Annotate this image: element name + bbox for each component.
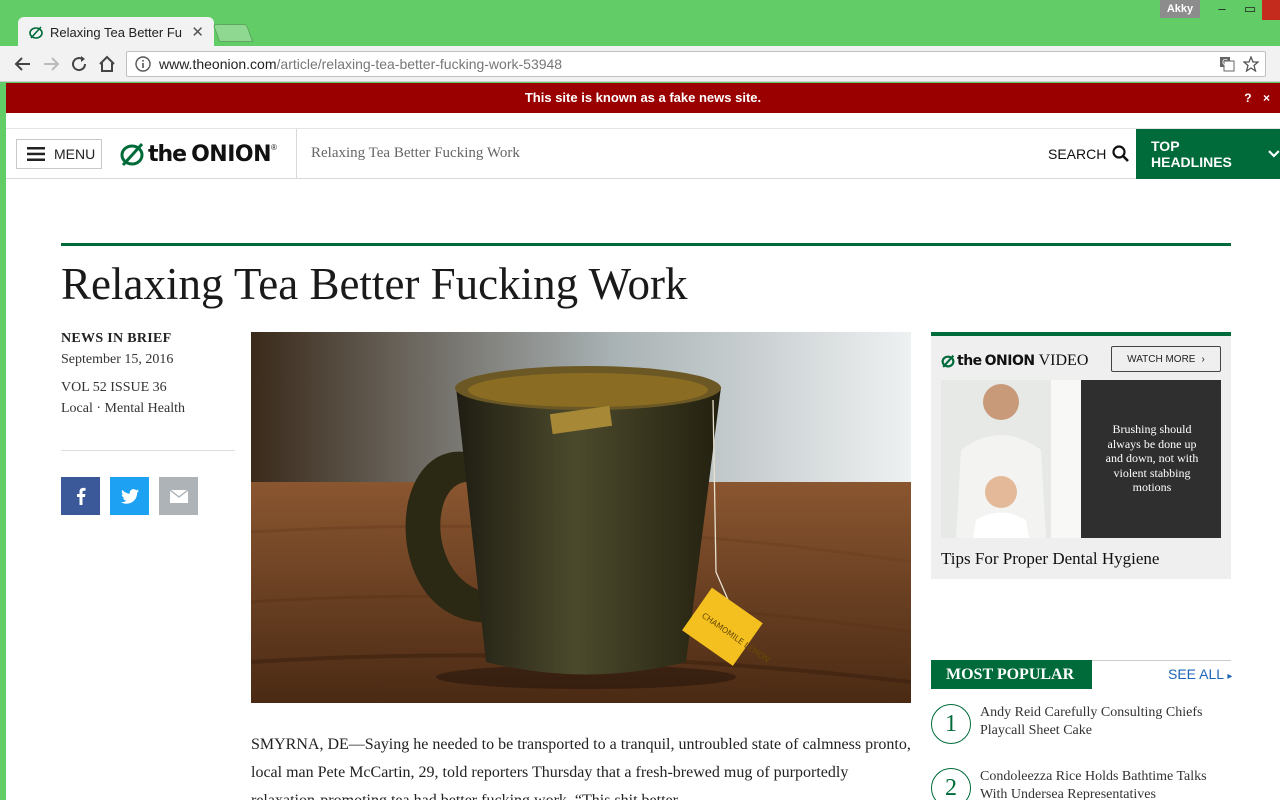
share-email-button[interactable] (159, 477, 198, 515)
popular-rank: 1 (931, 704, 971, 744)
envelope-icon (169, 489, 188, 503)
popular-item[interactable]: 1 Andy Reid Carefully Consulting Chiefs … (931, 704, 1231, 754)
article-body: SMYRNA, DE—Saying he needed to be transp… (251, 736, 911, 800)
minimize-button[interactable]: – (1208, 0, 1236, 20)
browser-titlebar: Relaxing Tea Better Fu ✕ Akky – ▭ (0, 0, 1280, 47)
onion-video-module: the ONION VIDEO WATCH MORE › Brushing sh… (931, 332, 1231, 579)
onion-leaf-icon (941, 354, 955, 368)
video-title[interactable]: Tips For Proper Dental Hygiene (941, 549, 1159, 569)
new-tab-button[interactable] (212, 24, 254, 42)
banner-help-button[interactable]: ? (1244, 91, 1251, 105)
logo-registered: ® (271, 142, 277, 152)
logo-onion: ONION (191, 141, 272, 167)
article-kicker[interactable]: NEWS IN BRIEF (61, 331, 236, 347)
share-twitter-button[interactable] (110, 477, 149, 515)
article-headline: Relaxing Tea Better Fucking Work (61, 259, 688, 309)
article-volume: VOL 52 ISSUE 36 (61, 380, 167, 395)
browser-toolbar: www.theonion.com /article/relaxing-tea-b… (0, 46, 1280, 82)
svg-text:G: G (1222, 58, 1228, 67)
reload-icon[interactable] (69, 54, 89, 74)
popular-rank: 2 (931, 768, 971, 800)
search-button[interactable]: SEARCH (1048, 145, 1130, 162)
menu-label: MENU (54, 146, 96, 162)
video-thumbnail[interactable]: Brushing should always be done up and do… (941, 380, 1221, 538)
popular-item-title[interactable]: Andy Reid Carefully Consulting Chiefs Pl… (980, 704, 1225, 740)
header-article-title: Relaxing Tea Better Fucking Work (311, 145, 520, 161)
onion-favicon-icon (28, 24, 44, 40)
profile-badge[interactable]: Akky (1160, 0, 1200, 18)
site-header: MENU the ONION ® Relaxing Tea Better Fuc… (6, 128, 1280, 179)
banner-close-button[interactable]: × (1263, 91, 1270, 105)
headline-rule (61, 243, 1231, 246)
twitter-icon (120, 488, 139, 504)
home-icon[interactable] (97, 54, 117, 74)
article-tags[interactable]: Local · Mental Health (61, 401, 236, 417)
search-label: SEARCH (1048, 145, 1107, 162)
caret-right-icon: ▸ (1227, 671, 1233, 682)
bookmark-star-icon[interactable] (1242, 55, 1260, 77)
header-divider (296, 129, 297, 179)
forward-icon[interactable] (41, 54, 61, 74)
popular-item-title[interactable]: Condoleezza Rice Holds Bathtime Talks Wi… (980, 768, 1225, 800)
top-headlines-button[interactable]: TOP HEADLINES (1136, 129, 1280, 179)
close-window-button[interactable] (1262, 0, 1280, 20)
chevron-right-icon: › (1201, 353, 1205, 365)
address-bar[interactable]: www.theonion.com /article/relaxing-tea-b… (126, 51, 1266, 77)
most-popular-heading: MOST POPULAR (931, 660, 1092, 689)
onion-video-logo[interactable]: the ONION VIDEO (941, 352, 1088, 370)
article-date: September 15, 2016 (61, 352, 174, 367)
article-meta: NEWS IN BRIEF September 15, 2016 VOL 52 … (61, 331, 236, 417)
site-info-icon[interactable] (135, 56, 151, 72)
popular-item[interactable]: 2 Condoleezza Rice Holds Bathtime Talks … (931, 768, 1231, 800)
back-icon[interactable] (13, 54, 33, 74)
facebook-icon (76, 487, 85, 505)
share-facebook-button[interactable] (61, 477, 100, 515)
search-icon (1112, 145, 1130, 162)
fake-news-warning-banner: This site is known as a fake news site. … (6, 83, 1280, 113)
menu-button[interactable]: MENU (16, 139, 102, 169)
meta-divider (61, 450, 235, 451)
onion-leaf-icon (120, 142, 144, 167)
watch-more-button[interactable]: WATCH MORE › (1111, 346, 1221, 372)
tab-close-icon[interactable]: ✕ (191, 23, 204, 41)
onion-logo[interactable]: the ONION ® (119, 139, 277, 169)
article-hero-image[interactable]: CHAMOMILE LEMON (251, 332, 911, 703)
fake-news-warning-text: This site is known as a fake news site. (524, 90, 762, 105)
page-viewport: MENU the ONION ® Relaxing Tea Better Fuc… (6, 113, 1280, 800)
browser-tab[interactable]: Relaxing Tea Better Fu ✕ (18, 17, 214, 47)
url-path: /article/relaxing-tea-better-fucking-wor… (276, 56, 563, 72)
chevron-down-icon (1268, 150, 1280, 158)
see-all-link[interactable]: SEE ALL ▸ (1168, 666, 1232, 682)
url-host: www.theonion.com (159, 56, 277, 72)
maximize-button[interactable]: ▭ (1236, 0, 1264, 20)
top-headlines-label: TOP HEADLINES (1151, 138, 1232, 170)
video-overlay-text: Brushing should always be done up and do… (1105, 422, 1199, 494)
tab-title: Relaxing Tea Better Fu (50, 24, 182, 40)
hamburger-icon (27, 147, 45, 161)
translate-icon[interactable]: G (1219, 56, 1235, 77)
logo-the: the (148, 141, 187, 167)
